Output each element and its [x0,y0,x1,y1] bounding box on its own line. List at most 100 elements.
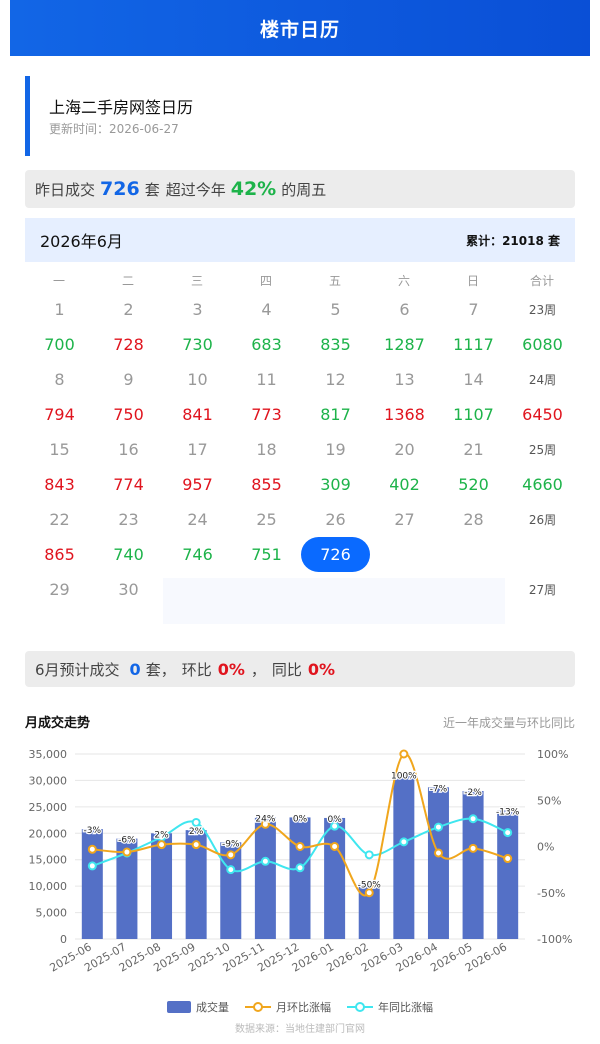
yoy-point [433,822,443,832]
summary-percent: 42% [230,178,277,200]
calendar-header: 2026年6月 累计：21018 套 [25,218,575,262]
calendar-value[interactable]: 700 [25,327,94,362]
summary-suffix: 的周五 [281,180,327,199]
calendar-day[interactable]: 23 [94,502,163,537]
calendar-value[interactable]: 817 [301,397,370,432]
calendar-day[interactable]: 9 [94,362,163,397]
calendar-value[interactable]: 841 [163,397,232,432]
forecast-yoy-label: 同比 [271,660,302,679]
calendar-value[interactable]: 1368 [370,397,439,432]
calendar-value[interactable]: 740 [94,537,163,572]
legend-item-mom[interactable]: 月环比涨幅 [245,999,331,1015]
chart-title: 月成交走势 [25,716,91,731]
calendar-value[interactable]: 855 [232,467,301,502]
calendar-day[interactable]: 16 [94,432,163,467]
calendar-day[interactable]: 2 [94,292,163,327]
calendar-value[interactable]: 835 [301,327,370,362]
calendar-day[interactable]: 17 [163,432,232,467]
calendar-value[interactable]: 957 [163,467,232,502]
calendar-day[interactable]: 11 [232,362,301,397]
calendar-day[interactable]: 30 [94,572,163,607]
calendar-value[interactable]: 402 [370,467,439,502]
calendar-day[interactable]: 15 [25,432,94,467]
calendar-value[interactable]: 683 [232,327,301,362]
summary-count: 726 [100,178,140,200]
monthly-forecast: 6月预计成交 0 套， 环比 0% ， 同比 0% [25,651,575,687]
bar-data-label: 24% [255,814,275,824]
calendar-value[interactable]: 728 [94,327,163,362]
bar [427,787,449,939]
y-right-tick-label: 100% [537,748,568,761]
calendar-day[interactable]: 13 [370,362,439,397]
legend-mom-swatch [245,1002,271,1012]
weekday-7: 合计 [529,274,554,288]
calendar-day[interactable]: 1 [25,292,94,327]
mom-point [330,842,340,851]
calendar-day[interactable]: 18 [232,432,301,467]
mom-point [226,850,236,860]
forecast-mom: 0% [217,659,245,679]
calendar-day[interactable]: 25 [232,502,301,537]
calendar-value[interactable]: 730 [163,327,232,362]
calendar-value[interactable]: 774 [94,467,163,502]
bar-data-label: 100% [391,772,417,782]
mom-point [468,843,478,853]
bar [393,774,415,939]
title-card: 上海二手房网签日历 更新时间：2026-06-27 [25,76,575,156]
calendar-day[interactable]: 21 [439,432,508,467]
calendar-value[interactable]: 746 [163,537,232,572]
calendar-day[interactable]: 5 [301,292,370,327]
calendar-value[interactable]: 520 [439,467,508,502]
legend-item-volume[interactable]: 成交量 [167,999,229,1015]
calendar-day[interactable]: 6 [370,292,439,327]
mom-point [433,848,443,858]
calendar-day[interactable]: 7 [439,292,508,327]
weekday-0: 一 [52,274,65,288]
calendar-value[interactable]: 865 [25,537,94,572]
page-header: 楼市日历 [10,0,590,56]
week-label: 26周 [528,513,557,527]
mom-point [157,840,167,850]
calendar-day[interactable]: 28 [439,502,508,537]
calendar-value[interactable]: 843 [25,467,94,502]
calendar-day[interactable]: 19 [301,432,370,467]
legend-mom-label: 月环比涨幅 [276,1001,331,1014]
calendar-value[interactable]: 309 [301,467,370,502]
calendar-value[interactable]: 751 [232,537,301,572]
forecast-mom-label: 环比 [181,660,212,679]
calendar-day[interactable]: 8 [25,362,94,397]
calendar-value[interactable]: 1287 [370,327,439,362]
y-right-tick-label: 0% [537,841,554,854]
calendar-day[interactable]: 3 [163,292,232,327]
calendar-value-selected[interactable]: 726 [301,537,370,572]
yoy-point [364,850,374,860]
calendar-day[interactable]: 24 [163,502,232,537]
mom-point [87,844,97,854]
calendar-day[interactable]: 10 [163,362,232,397]
calendar-value[interactable]: 1107 [439,397,508,432]
calendar-empty-area [163,578,505,624]
bar [462,791,484,939]
yoy-point [260,856,270,866]
weekday-4: 五 [328,274,341,288]
calendar-day[interactable]: 26 [301,502,370,537]
calendar-day[interactable]: 4 [232,292,301,327]
calendar-day[interactable]: 22 [25,502,94,537]
weekday-1: 二 [121,274,134,288]
calendar-value[interactable]: 1117 [439,327,508,362]
calendar-value[interactable]: 773 [232,397,301,432]
calendar-day[interactable]: 12 [301,362,370,397]
calendar-day[interactable]: 29 [25,572,94,607]
week-total: 6450 [522,405,563,424]
calendar-value[interactable]: 750 [94,397,163,432]
calendar-day[interactable]: 27 [370,502,439,537]
mom-point [122,847,132,857]
calendar-value[interactable]: 794 [25,397,94,432]
calendar-day[interactable]: 20 [370,432,439,467]
weekday-2: 三 [190,274,203,288]
legend-item-yoy[interactable]: 年同比涨幅 [347,999,433,1015]
yoy-point [87,861,97,871]
bar-data-label: 2% [154,830,169,840]
calendar-day[interactable]: 14 [439,362,508,397]
bar-data-label: -3% [84,826,102,836]
